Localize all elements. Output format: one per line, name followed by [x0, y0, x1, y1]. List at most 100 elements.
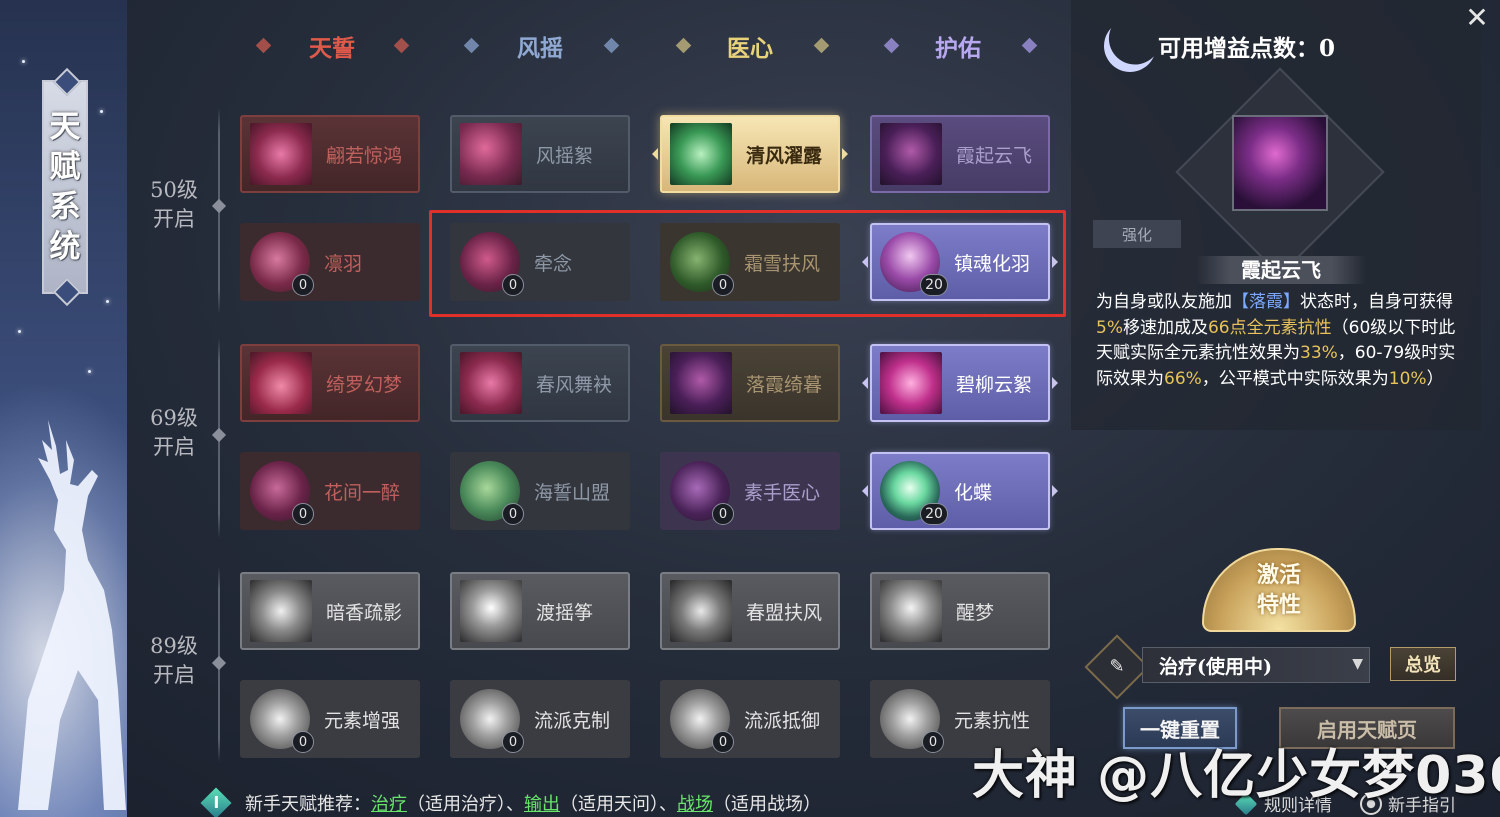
arrow-left-icon	[862, 485, 868, 497]
talent-description: 为自身或队友施加【落霞】状态时，自身可获得5%移速加成及66点全元素抗性（60级…	[1096, 292, 1456, 389]
talent-card[interactable]: 绮罗幻梦	[240, 344, 420, 422]
feather-icon	[460, 123, 522, 185]
chevron-down-icon: ▼	[1352, 656, 1363, 672]
talent-card[interactable]: 春盟扶风	[660, 572, 840, 650]
wind-icon	[670, 580, 732, 642]
feather-flame-icon	[250, 352, 312, 414]
talent-card[interactable]: 翩若惊鸿	[240, 115, 420, 193]
tab-huyou[interactable]: 护佑	[898, 28, 1018, 64]
points-badge: 0	[502, 503, 524, 525]
talent-card[interactable]: 霞起云飞	[870, 115, 1050, 193]
talent-name: 清风濯露	[746, 144, 823, 167]
level-label-69: 69级 开启	[150, 406, 198, 459]
talent-name: 落霞绮暮	[746, 373, 823, 396]
wing-icon: 0	[250, 232, 314, 296]
shadow-icon	[250, 580, 312, 642]
talent-card-active[interactable]: 碧柳云絮	[870, 344, 1050, 422]
selected-talent-name: 霞起云飞	[1241, 258, 1321, 282]
sparkle-icon: 20	[880, 461, 948, 525]
close-icon[interactable]: ✕	[1464, 4, 1490, 32]
leaf-wind-icon	[670, 123, 732, 185]
tab-fengyao[interactable]: 风摇	[480, 28, 600, 64]
talent-card[interactable]: 0 凛羽	[240, 223, 420, 301]
talent-card[interactable]: 0 元素增强	[240, 680, 420, 758]
title-char: 统	[49, 229, 81, 265]
link-healing[interactable]: 治疗	[371, 790, 407, 816]
talent-card-selected[interactable]: 清风濯露	[660, 115, 840, 193]
element-boost-icon: 0	[250, 689, 314, 753]
talent-name: 花间一醉	[324, 481, 401, 504]
figure-icon	[670, 352, 732, 414]
link-battlefield[interactable]: 战场	[677, 790, 713, 816]
talent-card[interactable]: 暗香疏影	[240, 572, 420, 650]
highlight-box	[429, 210, 1066, 317]
title-char: 天	[49, 109, 81, 145]
talent-name: 元素增强	[324, 709, 401, 732]
talent-card[interactable]: 渡摇筝	[450, 572, 630, 650]
zither-icon	[460, 580, 522, 642]
tab-tianshi[interactable]: 天誓	[272, 28, 392, 64]
fairy-icon	[880, 580, 942, 642]
talent-name: 风摇絮	[536, 144, 594, 167]
level-label-89: 89级 开启	[150, 634, 198, 687]
talent-name: 醒梦	[956, 601, 995, 624]
talent-name: 素手医心	[744, 481, 821, 504]
talent-name: 碧柳云絮	[956, 373, 1033, 396]
swirl-icon	[460, 352, 522, 414]
talent-name: 化蝶	[954, 481, 993, 504]
talent-card[interactable]: 0 海誓山盟	[450, 452, 630, 530]
points-badge: 0	[292, 274, 314, 296]
arrow-right-icon	[1052, 485, 1058, 497]
talent-card[interactable]: 落霞绮暮	[660, 344, 840, 422]
star-decoration	[100, 110, 103, 113]
healer-icon: 0	[670, 461, 734, 525]
lady-icon: 0	[250, 461, 314, 525]
level-label-50: 50级 开启	[150, 178, 198, 231]
talent-name: 渡摇筝	[536, 601, 594, 624]
arrow-right-icon	[1052, 377, 1058, 389]
swirl-icon	[250, 123, 312, 185]
talent-card[interactable]: 春风舞袂	[450, 344, 630, 422]
school-defense-icon: 0	[670, 689, 734, 753]
talent-card[interactable]: 0 花间一醉	[240, 452, 420, 530]
deer-silhouette-icon	[18, 420, 126, 810]
talent-name: 流派抵御	[744, 709, 821, 732]
talent-name: 绮罗幻梦	[326, 373, 403, 396]
points-badge: 0	[292, 731, 314, 753]
oath-icon: 0	[460, 461, 524, 525]
talent-card[interactable]: 醒梦	[870, 572, 1050, 650]
talent-system-title: 天 赋 系 统	[42, 80, 88, 294]
figure-icon	[880, 123, 942, 185]
points-badge: 0	[502, 731, 524, 753]
arrow-left-icon	[862, 377, 868, 389]
points-badge: 0	[712, 731, 734, 753]
talent-name: 海誓山盟	[534, 481, 611, 504]
star-decoration	[88, 370, 91, 373]
talent-card[interactable]: 0 流派克制	[450, 680, 630, 758]
tip-gem-icon	[200, 786, 232, 817]
tab-yixin[interactable]: 医心	[690, 28, 810, 64]
star-decoration	[18, 330, 21, 333]
title-char: 系	[49, 189, 81, 225]
talent-card[interactable]: 0 流派抵御	[660, 680, 840, 758]
element-resist-icon: 0	[880, 689, 944, 753]
link-damage[interactable]: 输出	[524, 790, 560, 816]
available-points-label: 可用增益点数：0	[1158, 35, 1336, 62]
talent-card-active[interactable]: 20 化蝶	[870, 452, 1050, 530]
talent-card[interactable]: 0 素手医心	[660, 452, 840, 530]
talent-name: 春盟扶风	[746, 601, 823, 624]
talent-name: 流派克制	[534, 709, 611, 732]
overview-button[interactable]: 总览	[1390, 647, 1456, 681]
star-decoration	[106, 300, 109, 303]
talent-name: 凛羽	[324, 252, 363, 275]
talent-name: 元素抗性	[954, 709, 1031, 732]
star-decoration	[22, 60, 25, 63]
talent-page-select[interactable]: 治疗(使用中) ▼	[1142, 647, 1370, 683]
title-char: 赋	[49, 149, 81, 185]
talent-name: 春风舞袂	[536, 373, 613, 396]
points-badge: 0	[922, 731, 944, 753]
arrow-left-icon	[652, 148, 658, 160]
selected-talent-figure-icon	[1232, 115, 1328, 211]
talent-card[interactable]: 风摇絮	[450, 115, 630, 193]
school-counter-icon: 0	[460, 689, 524, 753]
